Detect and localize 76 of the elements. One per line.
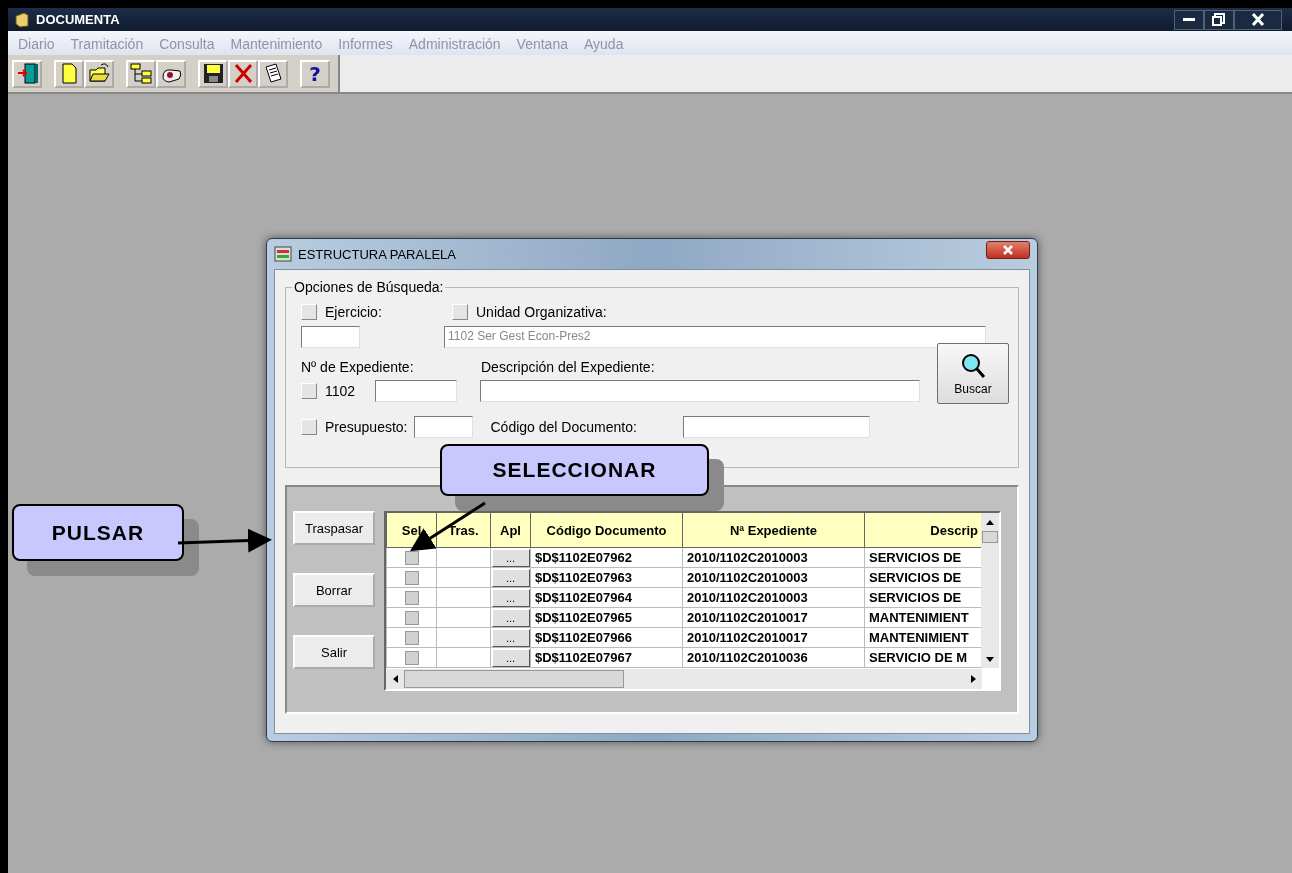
vertical-scrollbar[interactable] (981, 513, 999, 668)
table-cell: 2010/1102C2010036 (682, 647, 865, 668)
tree-icon (128, 61, 154, 86)
action-button[interactable]: Borrar (293, 573, 375, 607)
ellipsis-button[interactable]: ... (491, 588, 530, 607)
ellipsis-button[interactable]: ... (491, 548, 530, 567)
preview-button[interactable] (156, 59, 186, 88)
checkbox[interactable] (301, 304, 317, 320)
save-button[interactable] (198, 59, 228, 88)
horizontal-scrollbar[interactable] (386, 669, 982, 689)
window-title: DOCUMENTA (36, 12, 121, 27)
close-icon (1251, 12, 1265, 27)
table-cell: $D$1102E07967 (530, 647, 683, 668)
field-label: Presupuesto: (325, 419, 408, 435)
field-label: Ejercicio: (325, 304, 383, 320)
prefix-label: 1102 (325, 383, 357, 399)
group-legend: Opciones de Búsqueda: (292, 279, 446, 295)
edit-button[interactable] (258, 59, 288, 88)
column-header: Descrip (864, 513, 983, 548)
close-button[interactable] (1234, 9, 1282, 30)
row-checkbox[interactable] (404, 631, 419, 646)
action-button[interactable]: Traspasar (293, 511, 375, 545)
column-header: Código Documento (530, 513, 683, 548)
ellipsis-button[interactable]: ... (491, 608, 530, 627)
field-label: Descripción del Expediente: (481, 359, 655, 375)
table-cell: $D$1102E07966 (530, 627, 683, 648)
delete-button[interactable] (228, 59, 258, 88)
column-header: Nª Expediente (682, 513, 865, 548)
search-icon (960, 351, 986, 380)
row-checkbox[interactable] (404, 571, 419, 586)
table-cell: $D$1102E07962 (530, 547, 683, 568)
field-label: Nº de Expediente: (301, 359, 415, 375)
table-cell: 2010/1102C2010003 (682, 567, 865, 588)
column-header: Apl (490, 513, 531, 548)
window-icon (274, 246, 292, 262)
help-button[interactable]: ? (300, 59, 330, 88)
scroll-thumb[interactable] (404, 670, 624, 688)
table-cell: 2010/1102C2010017 (682, 607, 865, 628)
input-field[interactable] (375, 380, 457, 402)
input-field[interactable] (413, 416, 473, 438)
table-cell: $D$1102E07963 (530, 567, 683, 588)
table-cell: $D$1102E07964 (530, 587, 683, 608)
dialog-title: ESTRUCTURA PARALELA (298, 246, 457, 262)
ellipsis-button[interactable]: ... (491, 648, 530, 667)
checkbox[interactable] (301, 419, 317, 435)
action-button[interactable]: Salir (293, 635, 375, 669)
input-field[interactable] (682, 416, 870, 438)
row-checkbox[interactable] (404, 611, 419, 626)
table-cell: 2010/1102C2010003 (682, 547, 865, 568)
scroll-thumb[interactable] (982, 531, 998, 543)
tree-button[interactable] (126, 59, 156, 88)
close-icon (1002, 244, 1014, 256)
row-checkbox[interactable] (404, 651, 419, 666)
row-checkbox[interactable] (404, 551, 419, 566)
close-button[interactable] (986, 241, 1030, 259)
minimize-icon (1183, 18, 1195, 21)
table-cell: $D$1102E07965 (530, 607, 683, 628)
checkbox[interactable] (301, 383, 317, 399)
search-button[interactable]: Buscar (937, 343, 1009, 404)
minimize-button[interactable] (1174, 9, 1204, 30)
restore-icon (1212, 12, 1226, 27)
field-label: Unidad Organizativa: (476, 304, 607, 320)
field-label: Código del Documento: (490, 419, 638, 435)
restore-button[interactable] (1204, 9, 1234, 30)
table-cell: 2010/1102C2010003 (682, 587, 865, 608)
exit-button[interactable] (12, 59, 42, 88)
ellipsis-button[interactable]: ... (491, 568, 530, 587)
column-header: Tras. (436, 513, 491, 548)
new-button[interactable] (54, 59, 84, 88)
table-cell: 2010/1102C2010017 (682, 627, 865, 648)
row-checkbox[interactable] (404, 591, 419, 606)
open-button[interactable] (84, 59, 114, 88)
input-field[interactable] (480, 380, 920, 402)
input-field[interactable] (301, 326, 360, 348)
app-icon (14, 11, 30, 28)
ellipsis-button[interactable]: ... (491, 628, 530, 647)
